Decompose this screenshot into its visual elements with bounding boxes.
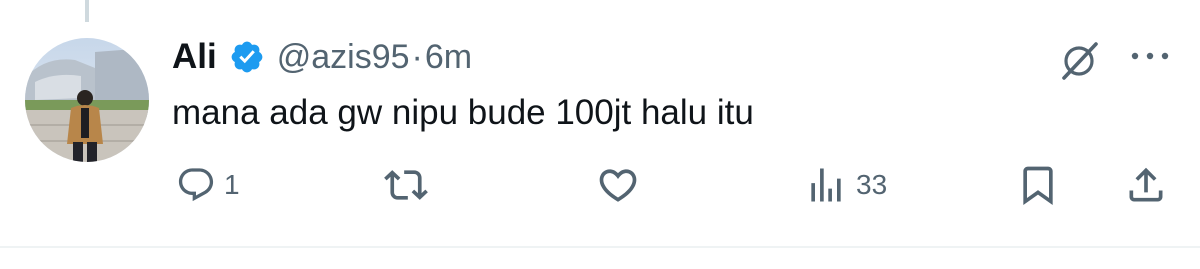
retweet-button[interactable] bbox=[384, 162, 428, 208]
reply-count: 1 bbox=[224, 169, 240, 200]
user-handle[interactable]: @azis95 bbox=[277, 38, 410, 77]
verified-badge-icon[interactable] bbox=[229, 39, 265, 75]
views-button[interactable]: 33 bbox=[804, 162, 887, 208]
avatar[interactable] bbox=[25, 38, 149, 162]
speech-bubble-icon bbox=[176, 165, 216, 205]
bookmark-button[interactable] bbox=[1016, 162, 1060, 208]
view-count: 33 bbox=[856, 169, 888, 200]
display-name[interactable]: Ali bbox=[172, 37, 217, 77]
heart-icon bbox=[596, 163, 640, 207]
bar-chart-icon bbox=[804, 163, 848, 207]
divider bbox=[0, 246, 1200, 248]
like-button[interactable] bbox=[596, 162, 640, 208]
retweet-arrows-icon bbox=[384, 163, 428, 207]
bookmark-icon bbox=[1016, 163, 1060, 207]
reply-button[interactable]: 1 bbox=[176, 162, 240, 208]
timestamp[interactable]: 6m bbox=[425, 38, 472, 77]
share-upload-icon bbox=[1124, 163, 1168, 207]
tweet[interactable]: Ali @azis95 · 6m mana ada gw nipu bude 1… bbox=[0, 0, 1200, 269]
tweet-header: Ali @azis95 · 6m bbox=[172, 34, 472, 80]
more-options-icon[interactable] bbox=[1128, 48, 1172, 64]
tweet-text: mana ada gw nipu bude 100jt halu itu bbox=[172, 93, 754, 132]
share-button[interactable] bbox=[1124, 162, 1168, 208]
grok-icon[interactable] bbox=[1056, 38, 1102, 84]
separator-dot: · bbox=[411, 37, 423, 76]
